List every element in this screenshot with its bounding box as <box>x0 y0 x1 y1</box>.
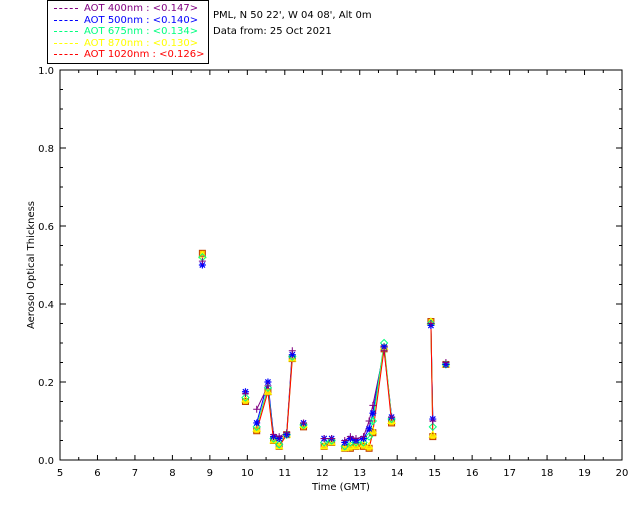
y-tick-label: 1.0 <box>38 66 54 77</box>
y-tick-label: 0.8 <box>38 144 54 155</box>
y-tick-label: 0.6 <box>38 222 54 233</box>
x-axis-label: Time (GMT) <box>311 482 370 493</box>
x-tick-label: 19 <box>578 468 591 479</box>
series-line <box>344 405 374 441</box>
data-point <box>369 409 377 417</box>
x-tick-label: 18 <box>541 468 554 479</box>
x-tick-label: 7 <box>132 468 138 479</box>
data-point <box>253 405 261 413</box>
x-tick-label: 16 <box>466 468 479 479</box>
x-tick-label: 8 <box>169 468 175 479</box>
x-tick-label: 11 <box>278 468 291 479</box>
aot-chart: 5 6 7 8 9 10 11 12 13 14 15 16 17 18 19 20 0.0 0.2 0.4 0.6… <box>26 66 629 493</box>
x-tick-label: 5 <box>57 468 63 479</box>
x-tick-label: 20 <box>616 468 629 479</box>
x-tick-label: 13 <box>353 468 366 479</box>
x-tick-label: 9 <box>207 468 213 479</box>
data-point <box>365 425 373 433</box>
x-axis: 5 6 7 8 9 10 11 12 13 14 15 16 17 18 19 20 <box>57 70 629 479</box>
y-tick-label: 0.2 <box>38 378 54 389</box>
plot-frame <box>59 69 623 461</box>
data-point <box>288 347 296 355</box>
y-axis: 0.0 0.2 0.4 0.6 0.8 1.0 <box>38 66 622 467</box>
x-tick-label: 12 <box>316 468 329 479</box>
series-marks <box>197 249 451 452</box>
y-axis-label: Aerosol Optical Thickness <box>26 201 37 329</box>
y-tick-label: 0.0 <box>38 456 54 467</box>
x-tick-label: 14 <box>391 468 404 479</box>
y-tick-label: 0.4 <box>38 300 54 311</box>
x-tick-label: 17 <box>503 468 516 479</box>
series-line <box>256 350 293 438</box>
x-tick-label: 6 <box>94 468 100 479</box>
x-tick-label: 15 <box>428 468 441 479</box>
x-tick-label: 10 <box>241 468 254 479</box>
series-lines <box>256 321 434 449</box>
data-point <box>253 419 261 427</box>
